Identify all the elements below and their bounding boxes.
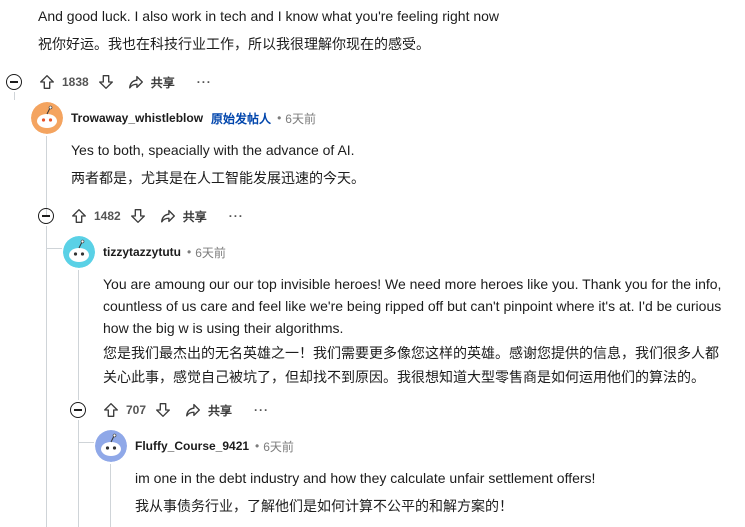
comment-age[interactable]: 6天前 bbox=[285, 110, 316, 127]
upvote-icon bbox=[40, 75, 54, 89]
upvote-icon bbox=[104, 403, 118, 417]
vote-count: 1482 bbox=[94, 209, 121, 223]
share-icon bbox=[186, 403, 201, 417]
more-options-button[interactable]: ··· bbox=[229, 209, 244, 223]
share-button[interactable]: 共享 bbox=[184, 401, 232, 419]
downvote-icon bbox=[156, 403, 171, 417]
vote-count: 1838 bbox=[62, 75, 89, 89]
comment-age[interactable]: 6天前 bbox=[263, 438, 294, 455]
thread-line bbox=[110, 464, 111, 527]
thread-branch-line bbox=[78, 420, 79, 527]
comment-text-en: You are amoung our our top invisible her… bbox=[103, 276, 722, 336]
share-label: 共享 bbox=[182, 209, 207, 224]
upvote-icon bbox=[72, 209, 86, 223]
upvote-button[interactable] bbox=[102, 401, 120, 419]
downvote-icon bbox=[130, 209, 145, 223]
comment-text-zh: 两者都是，尤其是在人工智能发展迅速的今天。 bbox=[71, 170, 365, 186]
thread-branch-line bbox=[46, 226, 47, 527]
downvote-icon bbox=[98, 75, 113, 89]
snoo-avatar-icon bbox=[95, 430, 127, 462]
vote-count: 707 bbox=[126, 403, 147, 417]
downvote-button[interactable] bbox=[129, 207, 147, 225]
comment-actions: 1838 共享 ··· bbox=[6, 70, 212, 94]
username-link[interactable]: Fluffy_Course_9421 bbox=[135, 439, 249, 453]
username-link[interactable]: Trowaway_whistleblow bbox=[71, 111, 203, 125]
downvote-button[interactable] bbox=[154, 401, 172, 419]
avatar[interactable] bbox=[95, 430, 127, 462]
op-badge: 原始发帖人 bbox=[211, 111, 272, 126]
more-options-button[interactable]: ··· bbox=[254, 403, 269, 417]
comment-text-en: Yes to both, speacially with the advance… bbox=[71, 142, 355, 158]
snoo-avatar-icon bbox=[63, 236, 95, 268]
share-icon bbox=[160, 209, 175, 223]
upvote-button[interactable] bbox=[70, 207, 88, 225]
share-button[interactable]: 共享 bbox=[159, 207, 207, 225]
comment-meta: Fluffy_Course_9421 • 6天前 bbox=[135, 436, 294, 456]
separator-dot: • bbox=[277, 111, 282, 125]
collapse-thread-button[interactable] bbox=[38, 208, 54, 224]
thread-branch-line bbox=[78, 442, 94, 443]
share-label: 共享 bbox=[208, 403, 233, 418]
avatar[interactable] bbox=[63, 236, 95, 268]
comment-meta: Trowaway_whistleblow 原始发帖人 • 6天前 bbox=[71, 108, 316, 128]
comment-text-zh: 您是我们最杰出的无名英雄之一！我们需要更多像您这样的英雄。感谢您提供的信息，我们… bbox=[103, 345, 719, 385]
more-options-button[interactable]: ··· bbox=[197, 75, 212, 89]
upvote-button[interactable] bbox=[38, 73, 56, 91]
separator-dot: • bbox=[255, 439, 260, 453]
thread-branch-line bbox=[46, 248, 62, 249]
comment-age[interactable]: 6天前 bbox=[195, 244, 226, 261]
collapse-thread-button[interactable] bbox=[70, 402, 86, 418]
downvote-button[interactable] bbox=[97, 73, 115, 91]
comment-actions: 707 共享 ··· bbox=[70, 398, 269, 422]
snoo-avatar-icon bbox=[31, 102, 63, 134]
comment-text-zh: 祝你好运。我也在科技行业工作，所以我很理解你现在的感受。 bbox=[38, 36, 430, 52]
comment-text-en: im one in the debt industry and how they… bbox=[135, 470, 596, 486]
share-icon bbox=[128, 75, 143, 89]
collapse-thread-button[interactable] bbox=[6, 74, 22, 90]
comment-actions: 1482 共享 ··· bbox=[38, 204, 244, 228]
comment-text-en: And good luck. I also work in tech and I… bbox=[38, 8, 500, 24]
share-label: 共享 bbox=[150, 75, 175, 90]
separator-dot: • bbox=[187, 245, 192, 259]
thread-line bbox=[78, 270, 79, 400]
comment-text-zh: 我从事债务行业，了解他们是如何计算不公平的和解方案的！ bbox=[135, 498, 513, 514]
avatar[interactable] bbox=[31, 102, 63, 134]
comment-meta: tizzytazzytutu • 6天前 bbox=[103, 242, 226, 262]
username-link[interactable]: tizzytazzytutu bbox=[103, 245, 181, 259]
share-button[interactable]: 共享 bbox=[127, 73, 175, 91]
